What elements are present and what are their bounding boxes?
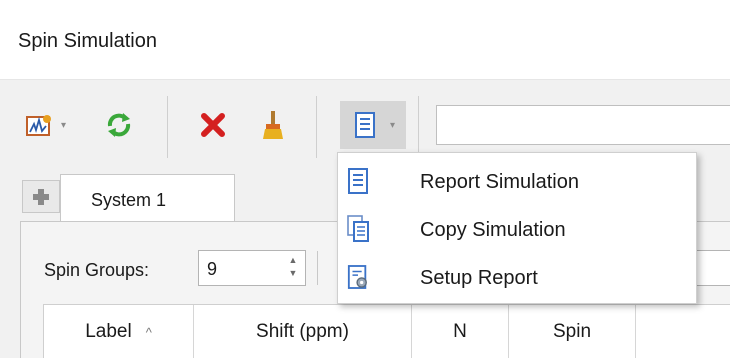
options-separator <box>317 251 318 285</box>
column-label: Label <box>85 321 132 342</box>
column-label: Shift (ppm) <box>256 321 349 342</box>
report-button[interactable] <box>340 101 406 149</box>
add-system-tab-button[interactable] <box>22 180 60 213</box>
spin-groups-value: 9 <box>207 259 218 279</box>
refresh-icon <box>107 113 131 137</box>
stepper-up-icon[interactable]: ▲ <box>285 254 301 267</box>
delete-x-icon <box>201 113 225 137</box>
toolbar-separator <box>316 96 317 158</box>
column-header-shift[interactable]: Shift (ppm) <box>194 305 412 358</box>
sort-ascending-icon: ^ <box>145 324 152 340</box>
column-header-empty[interactable] <box>636 305 730 358</box>
tab-system-1[interactable]: System 1 <box>60 174 235 222</box>
toolbar-search-input[interactable] <box>436 105 730 145</box>
menu-item-copy-simulation[interactable]: Copy Simulation <box>338 207 696 253</box>
setup-report-icon <box>347 265 367 289</box>
window-title: Spin Simulation <box>18 30 157 52</box>
menu-item-setup-report[interactable]: Setup Report <box>338 255 696 301</box>
report-dropdown-menu: Report Simulation Copy Simulation Setup … <box>337 152 697 304</box>
menu-item-report-simulation[interactable]: Report Simulation <box>338 159 696 205</box>
stepper-down-icon[interactable]: ▼ <box>285 267 301 280</box>
spin-groups-label: Spin Groups: <box>44 260 150 280</box>
plus-icon <box>33 188 49 205</box>
clear-broom-icon <box>263 111 283 139</box>
menu-item-label: Setup Report <box>420 267 538 289</box>
stepper-arrows[interactable]: ▲ ▼ <box>285 254 301 282</box>
add-spectrum-dropdown-caret[interactable]: ▾ <box>61 120 66 131</box>
title-bar: Spin Simulation <box>0 0 730 80</box>
report-icon <box>348 168 368 194</box>
spin-groups-stepper[interactable]: 9 ▲ ▼ <box>198 250 306 286</box>
options-field[interactable] <box>694 250 730 286</box>
add-spectrum-button[interactable] <box>24 112 56 140</box>
menu-item-label: Copy Simulation <box>420 219 566 241</box>
column-header-spin[interactable]: Spin <box>509 305 636 358</box>
spin-table-header: Label ^ Shift (ppm) N Spin <box>43 304 730 358</box>
column-label: Spin <box>552 321 592 342</box>
refresh-button[interactable] <box>102 108 136 142</box>
report-dropdown-caret[interactable]: ▾ <box>390 120 395 131</box>
clear-button[interactable] <box>258 108 288 142</box>
column-label: N <box>453 321 467 342</box>
column-header-n[interactable]: N <box>412 305 509 358</box>
delete-button[interactable] <box>198 110 228 140</box>
spectrum-chart-add-icon <box>26 115 51 136</box>
toolbar-separator <box>167 96 168 158</box>
column-header-label[interactable]: Label ^ <box>44 305 194 358</box>
copy-report-icon <box>347 215 369 242</box>
menu-item-label: Report Simulation <box>420 171 579 193</box>
toolbar-separator <box>418 96 419 158</box>
report-icon <box>355 112 375 138</box>
